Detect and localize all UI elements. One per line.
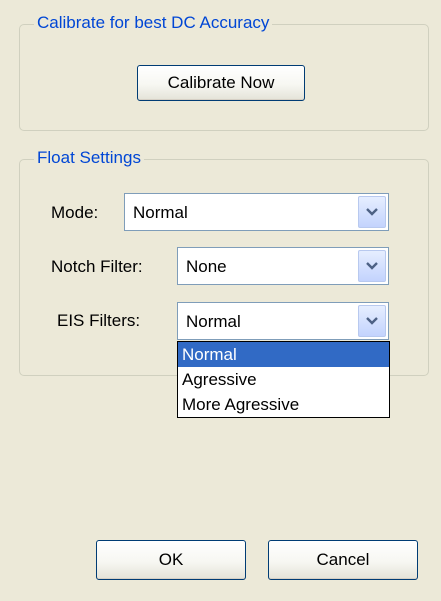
cancel-button[interactable]: Cancel (268, 540, 418, 580)
mode-label: Mode: (51, 203, 99, 222)
chevron-down-icon[interactable] (358, 305, 386, 337)
eis-option-agressive[interactable]: Agressive (178, 367, 389, 392)
calibrate-group-title: Calibrate for best DC Accuracy (34, 13, 273, 33)
cancel-button-label: Cancel (316, 550, 370, 569)
eis-option-normal[interactable]: Normal (178, 342, 389, 367)
notch-filter-label: Notch Filter: (51, 257, 143, 276)
calibrate-groupbox: Calibrate for best DC Accuracy Calibrate… (19, 13, 429, 131)
ok-button[interactable]: OK (96, 540, 246, 580)
notch-filter-select[interactable]: None (177, 247, 389, 285)
eis-option-more-agressive[interactable]: More Agressive (178, 392, 389, 417)
chevron-down-icon[interactable] (358, 250, 386, 282)
eis-filters-dropdown-list: Normal Agressive More Agressive (177, 341, 390, 418)
calibrate-now-button[interactable]: Calibrate Now (137, 65, 305, 101)
calibrate-now-label: Calibrate Now (167, 73, 275, 92)
eis-filters-label: EIS Filters: (57, 311, 141, 330)
chevron-down-icon[interactable] (358, 196, 386, 228)
mode-select-value: Normal (133, 203, 188, 222)
eis-filters-select-value: Normal (186, 312, 241, 331)
float-settings-title: Float Settings (34, 148, 144, 168)
mode-select[interactable]: Normal (124, 193, 389, 231)
ok-button-label: OK (158, 550, 184, 569)
notch-filter-select-value: None (186, 257, 227, 276)
eis-filters-select[interactable]: Normal (177, 302, 389, 340)
